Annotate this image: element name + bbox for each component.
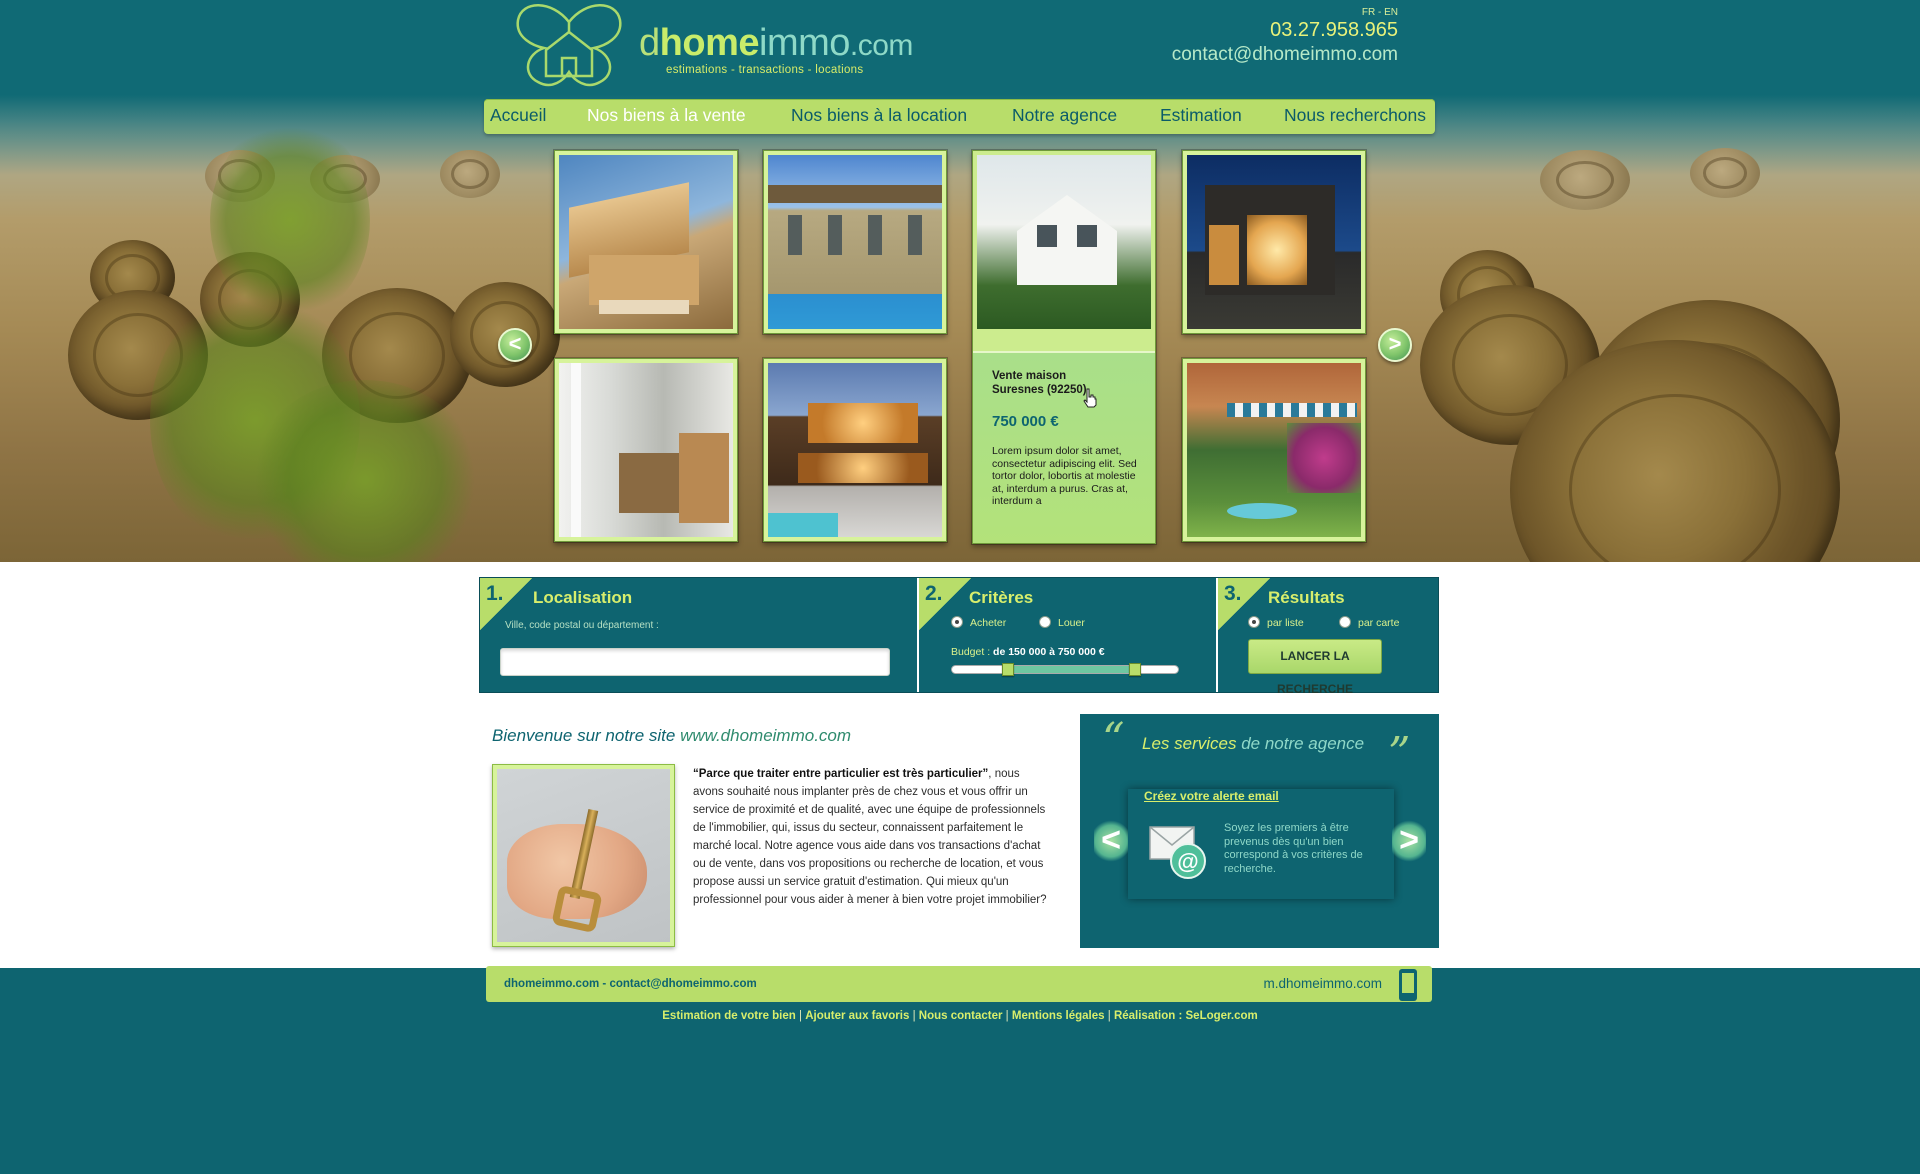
- brand-tagline: estimations - transactions - locations: [666, 64, 864, 76]
- location-input[interactable]: [500, 648, 890, 676]
- budget-max-handle[interactable]: [1129, 663, 1141, 676]
- property-thumb[interactable]: [763, 150, 947, 334]
- footer-link-estimation[interactable]: Estimation de votre bien: [662, 1010, 796, 1022]
- property-thumb[interactable]: [763, 358, 947, 542]
- email-alert-link[interactable]: Créez votre alerte email: [1144, 789, 1279, 803]
- step-number: 1.: [486, 582, 504, 605]
- search-button[interactable]: LANCER LA RECHERCHE: [1248, 639, 1382, 696]
- step-title: Résultats: [1268, 588, 1345, 607]
- footer-links: Estimation de votre bien | Ajouter aux f…: [662, 1010, 1258, 1022]
- featured-property-price: 750 000 €: [992, 413, 1059, 430]
- footer-contact: dhomeimmo.com - contact@dhomeimmo.com: [504, 978, 757, 990]
- step-number: 2.: [925, 582, 943, 605]
- site-logo[interactable]: dhomeimmo.com estimations - transactions…: [512, 2, 913, 92]
- hero-background: [0, 0, 1920, 562]
- footer-link-favoris[interactable]: Ajouter aux favoris: [805, 1010, 909, 1022]
- header-phone: 03.27.958.965: [1270, 19, 1398, 41]
- nav-item-recherchons[interactable]: Nous recherchons: [1284, 105, 1426, 126]
- radio-louer[interactable]: Louer: [1039, 616, 1085, 629]
- nav-item-vente[interactable]: Nos biens à la vente: [587, 105, 746, 126]
- property-thumb[interactable]: [1182, 150, 1366, 334]
- open-quote-icon: “: [1102, 714, 1125, 765]
- budget-slider[interactable]: [951, 663, 1179, 676]
- services-next-button[interactable]: >: [1392, 818, 1426, 864]
- header-contact: FR - EN 03.27.958.965 contact@dhomeimmo.…: [1098, 7, 1398, 66]
- main-nav: Accueil Nos biens à la vente Nos biens à…: [484, 99, 1435, 134]
- nav-item-agence[interactable]: Notre agence: [1012, 105, 1117, 126]
- language-switcher[interactable]: FR - EN: [1098, 7, 1398, 18]
- house-butterfly-icon: [516, 4, 622, 87]
- search-bar: 1. Localisation Ville, code postal ou dé…: [479, 577, 1439, 696]
- nav-item-estimation[interactable]: Estimation: [1160, 105, 1242, 126]
- services-prev-button[interactable]: <: [1094, 818, 1128, 864]
- radio-par-carte[interactable]: par carte: [1339, 616, 1399, 629]
- footer-link-realisation[interactable]: Réalisation : SeLoger.com: [1114, 1010, 1258, 1022]
- search-step-resultats: 3. Résultats par liste par carte LANCER …: [1218, 578, 1438, 696]
- radio-acheter[interactable]: Acheter: [951, 616, 1006, 629]
- budget-label: Budget : de 150 000 à 750 000 €: [951, 646, 1105, 658]
- property-thumb[interactable]: [1182, 358, 1366, 542]
- email-at-icon: @: [1149, 826, 1206, 879]
- footer-link-contact[interactable]: Nous contacter: [919, 1010, 1003, 1022]
- welcome-title: Bienvenue sur notre site www.dhomeimmo.c…: [492, 726, 852, 745]
- close-quote-icon: ”: [1388, 728, 1411, 779]
- services-panel: “ ” Les services de notre agence Créez v…: [1080, 714, 1439, 948]
- welcome-quote: “Parce que traiter entre particulier est…: [693, 768, 989, 780]
- footer-site-link[interactable]: dhomeimmo.com: [504, 978, 599, 990]
- email-alert-text: Soyez les premiers à être prevenus dès q…: [1224, 822, 1363, 875]
- radio-par-liste[interactable]: par liste: [1248, 616, 1304, 629]
- nav-item-accueil[interactable]: Accueil: [490, 105, 546, 126]
- hand-cursor-icon: [1083, 388, 1097, 408]
- footer-link-mentions[interactable]: Mentions légales: [1012, 1010, 1105, 1022]
- brand-name: dhomeimmo.com: [639, 22, 913, 64]
- welcome-text: “Parce que traiter entre particulier est…: [693, 768, 1047, 906]
- mobile-phone-icon[interactable]: [1399, 969, 1417, 1001]
- step-number: 3.: [1224, 582, 1242, 605]
- header-email[interactable]: contact@dhomeimmo.com: [1098, 44, 1398, 66]
- mobile-site-link[interactable]: m.dhomeimmo.com: [1263, 976, 1382, 991]
- featured-property-info: Vente maison Suresnes (92250) 750 000 € …: [973, 351, 1155, 543]
- property-thumb[interactable]: [554, 150, 738, 334]
- nav-item-location[interactable]: Nos biens à la location: [791, 105, 967, 126]
- footer-bar: dhomeimmo.com - contact@dhomeimmo.com m.…: [486, 966, 1432, 1002]
- footer-email-link[interactable]: contact@dhomeimmo.com: [609, 978, 756, 990]
- svg-text:@: @: [1177, 849, 1198, 874]
- featured-property-description: Lorem ipsum dolor sit amet, consectetur …: [992, 445, 1137, 507]
- featured-property-card[interactable]: Vente maison Suresnes (92250) 750 000 € …: [972, 150, 1156, 544]
- location-hint: Ville, code postal ou département :: [505, 620, 659, 631]
- services-title: Les services de notre agence: [1142, 734, 1365, 753]
- key-photo: [492, 764, 675, 947]
- budget-range: [1008, 666, 1135, 673]
- step-title: Localisation: [533, 588, 633, 607]
- property-thumb[interactable]: [554, 358, 738, 542]
- search-step-criteres: 2. Critères Acheter Louer Budget : de 15…: [919, 578, 1216, 692]
- carousel-next-button[interactable]: >: [1378, 328, 1412, 362]
- budget-min-handle[interactable]: [1002, 663, 1014, 676]
- welcome-body: nous avons souhaité nous implanter près …: [693, 768, 1047, 906]
- carousel-prev-button[interactable]: <: [498, 328, 532, 362]
- step-title: Critères: [969, 588, 1034, 607]
- search-step-localisation: 1. Localisation Ville, code postal ou dé…: [480, 578, 917, 692]
